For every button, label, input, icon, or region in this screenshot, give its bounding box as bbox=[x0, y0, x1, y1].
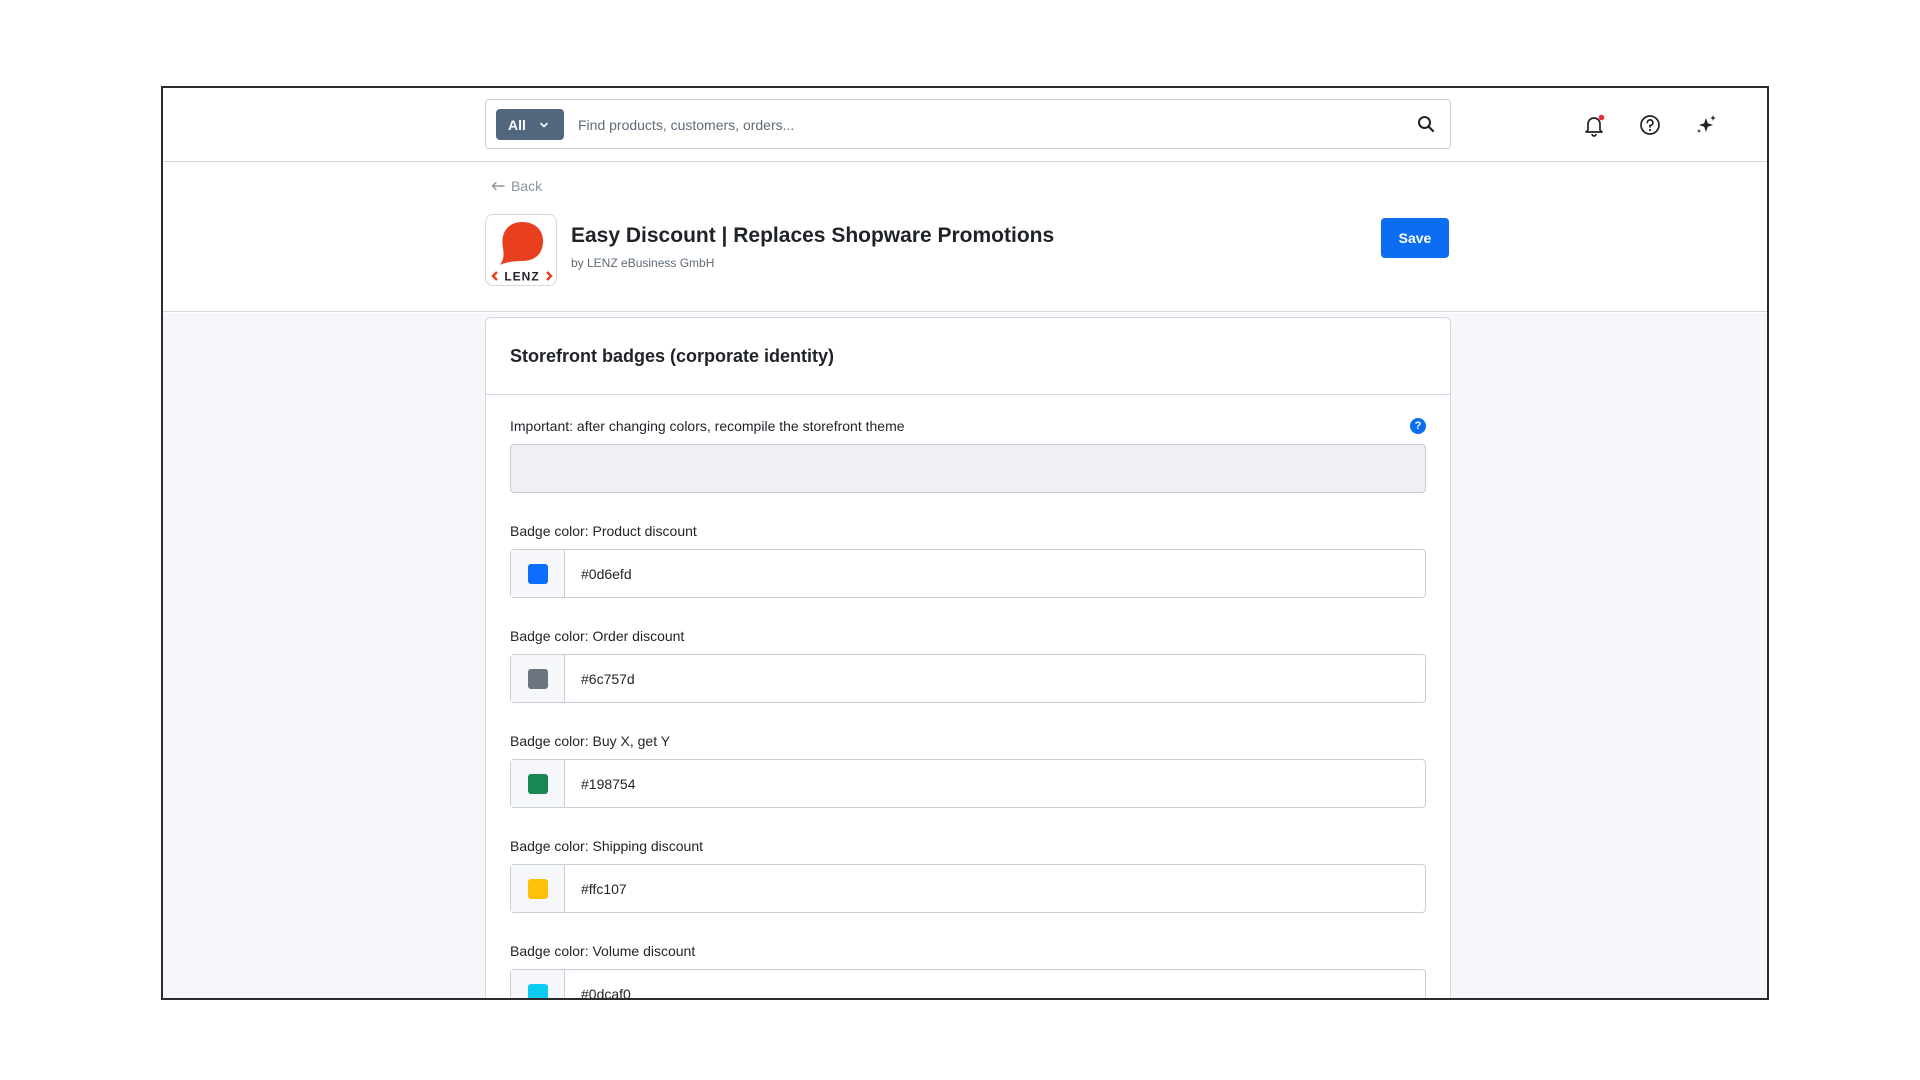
card-header: Storefront badges (corporate identity) bbox=[486, 318, 1450, 395]
field-label: Badge color: Product discount bbox=[510, 523, 697, 539]
app-logo: LENZ bbox=[485, 214, 557, 286]
color-picker-button[interactable] bbox=[511, 655, 565, 702]
search-scope-label: All bbox=[508, 116, 526, 133]
color-swatch bbox=[527, 563, 548, 584]
back-label: Back bbox=[511, 178, 543, 194]
chevron-down-icon bbox=[540, 122, 548, 127]
notice-box bbox=[510, 444, 1426, 493]
svg-text:LENZ: LENZ bbox=[504, 270, 539, 284]
color-input bbox=[510, 654, 1426, 703]
app-header: Back LENZ Easy Discount | Replaces Shopw… bbox=[163, 162, 1767, 312]
color-picker-button[interactable] bbox=[511, 550, 565, 597]
search-icon[interactable] bbox=[1416, 114, 1436, 134]
color-swatch bbox=[527, 878, 548, 899]
color-swatch bbox=[527, 773, 548, 794]
info-icon[interactable]: ? bbox=[1410, 418, 1426, 434]
global-search: All bbox=[485, 99, 1451, 149]
color-input bbox=[510, 864, 1426, 913]
color-value-input[interactable] bbox=[565, 865, 1425, 912]
color-field-product-discount: Badge color: Product discount bbox=[510, 523, 1426, 598]
color-field-order-discount: Badge color: Order discount bbox=[510, 628, 1426, 703]
lenz-logo-icon: LENZ bbox=[491, 222, 553, 284]
color-value-input[interactable] bbox=[565, 655, 1425, 702]
field-label: Badge color: Order discount bbox=[510, 628, 685, 644]
field-label: Badge color: Shipping discount bbox=[510, 838, 704, 854]
color-input bbox=[510, 759, 1426, 808]
top-bar: All bbox=[163, 88, 1767, 162]
settings-card: Storefront badges (corporate identity) I… bbox=[485, 317, 1451, 998]
color-value-input[interactable] bbox=[565, 760, 1425, 807]
save-button[interactable]: Save bbox=[1381, 218, 1449, 258]
recompile-notice-field: Important: after changing colors, recomp… bbox=[510, 418, 1426, 493]
color-swatch bbox=[527, 668, 548, 689]
notice-label: Important: after changing colors, recomp… bbox=[510, 418, 905, 434]
color-field-buy-x-get-y: Badge color: Buy X, get Y bbox=[510, 733, 1426, 808]
color-input bbox=[510, 549, 1426, 598]
color-value-input[interactable] bbox=[565, 550, 1425, 597]
color-value-input[interactable] bbox=[565, 970, 1425, 998]
back-link[interactable]: Back bbox=[491, 178, 542, 194]
app-window: All Find products, customers, orders... … bbox=[161, 86, 1769, 1000]
color-field-volume-discount: Badge color: Volume discount bbox=[510, 943, 1426, 998]
color-input bbox=[510, 969, 1426, 998]
field-label: Badge color: Volume discount bbox=[510, 943, 696, 959]
field-label: Badge color: Buy X, get Y bbox=[510, 733, 671, 749]
app-title: Easy Discount | Replaces Shopware Promot… bbox=[571, 224, 1055, 247]
card-title: Storefront badges (corporate identity) bbox=[510, 346, 835, 366]
color-field-shipping-discount: Badge color: Shipping discount bbox=[510, 838, 1426, 913]
search-scope-dropdown[interactable]: All bbox=[496, 109, 564, 140]
color-picker-button[interactable] bbox=[511, 760, 565, 807]
bell-icon[interactable] bbox=[1581, 112, 1607, 138]
color-picker-button[interactable] bbox=[511, 865, 565, 912]
sparkle-icon[interactable] bbox=[1693, 112, 1719, 138]
color-picker-button[interactable] bbox=[511, 970, 565, 998]
content-area: Storefront badges (corporate identity) I… bbox=[163, 313, 1767, 998]
notification-dot bbox=[1598, 114, 1605, 121]
app-vendor: by LENZ eBusiness GmbH bbox=[571, 256, 715, 270]
search-input[interactable] bbox=[578, 112, 1358, 138]
arrow-left-icon bbox=[491, 181, 505, 191]
help-circle-icon[interactable] bbox=[1637, 112, 1663, 138]
color-swatch bbox=[527, 983, 548, 998]
